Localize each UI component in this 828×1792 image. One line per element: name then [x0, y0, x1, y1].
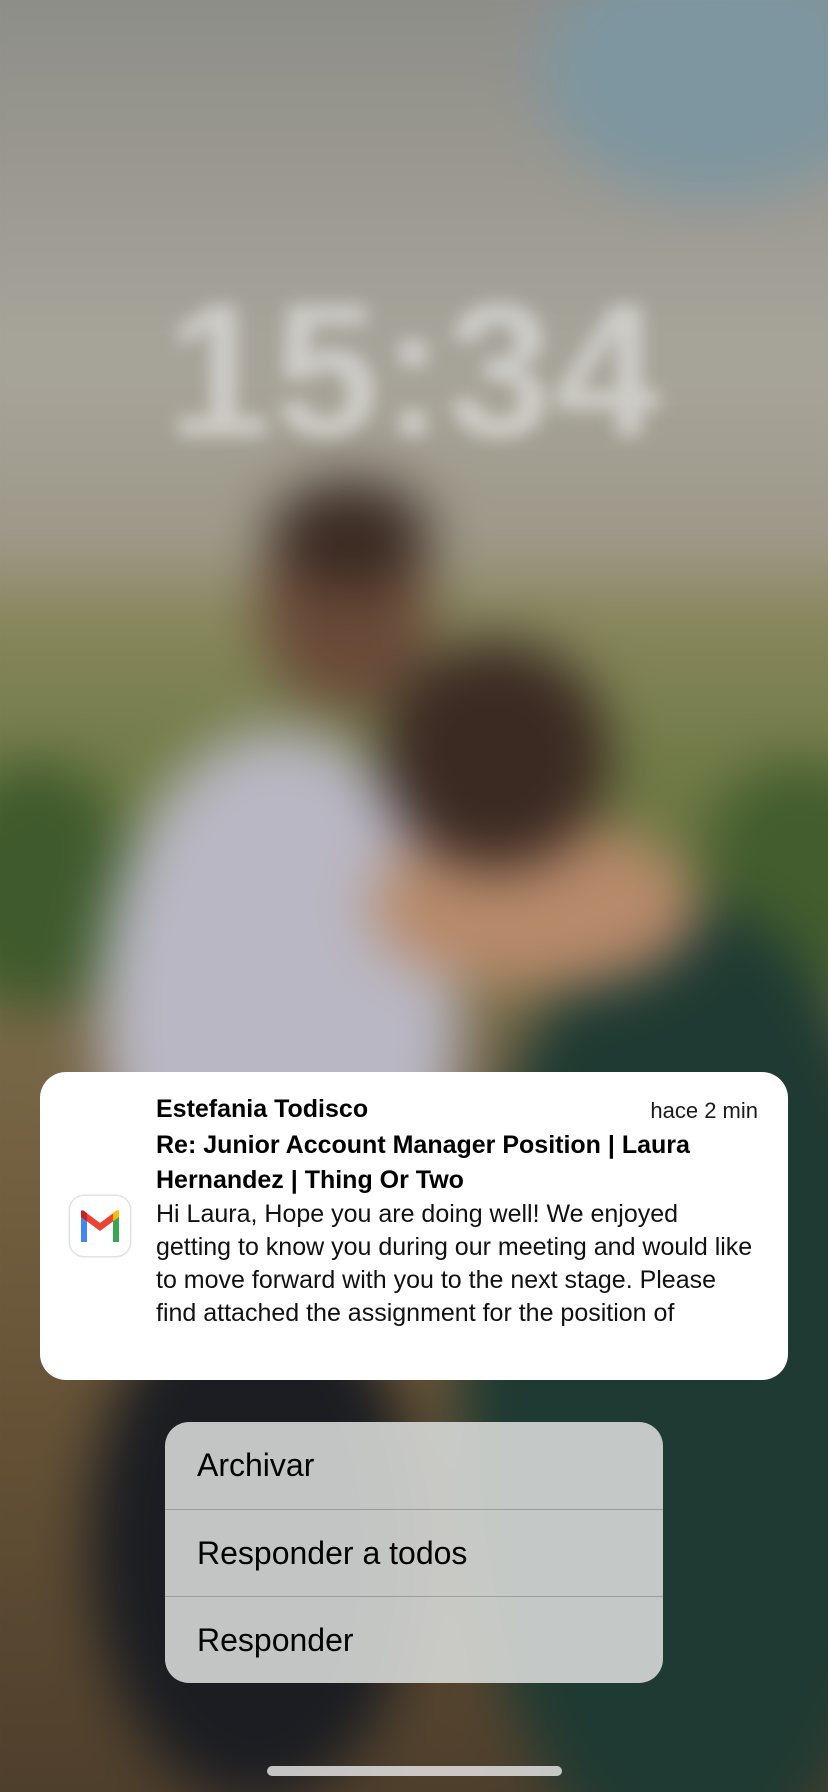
gmail-icon — [70, 1196, 130, 1256]
lock-screen: 15:34 Estefania Todisco hace 2 min Re: J… — [0, 0, 828, 1792]
lock-clock: 15:34 — [166, 265, 662, 477]
notification-action-menu: Archivar Responder a todos Responder — [165, 1422, 663, 1683]
notification-time: hace 2 min — [650, 1098, 758, 1123]
home-indicator[interactable] — [267, 1766, 562, 1776]
notification-card[interactable]: Estefania Todisco hace 2 min Re: Junior … — [40, 1072, 788, 1380]
email-subject: Re: Junior Account Manager Position | La… — [156, 1131, 690, 1194]
email-preview: Hi Laura, Hope you are doing well! We en… — [156, 1200, 753, 1327]
reply-all-action[interactable]: Responder a todos — [165, 1509, 663, 1596]
gmail-logo-icon — [81, 1210, 119, 1242]
notification-content: Estefania Todisco hace 2 min Re: Junior … — [156, 1094, 766, 1330]
reply-action[interactable]: Responder — [165, 1596, 663, 1683]
notification-header: Estefania Todisco hace 2 min — [156, 1094, 766, 1124]
archive-action[interactable]: Archivar — [165, 1422, 663, 1509]
